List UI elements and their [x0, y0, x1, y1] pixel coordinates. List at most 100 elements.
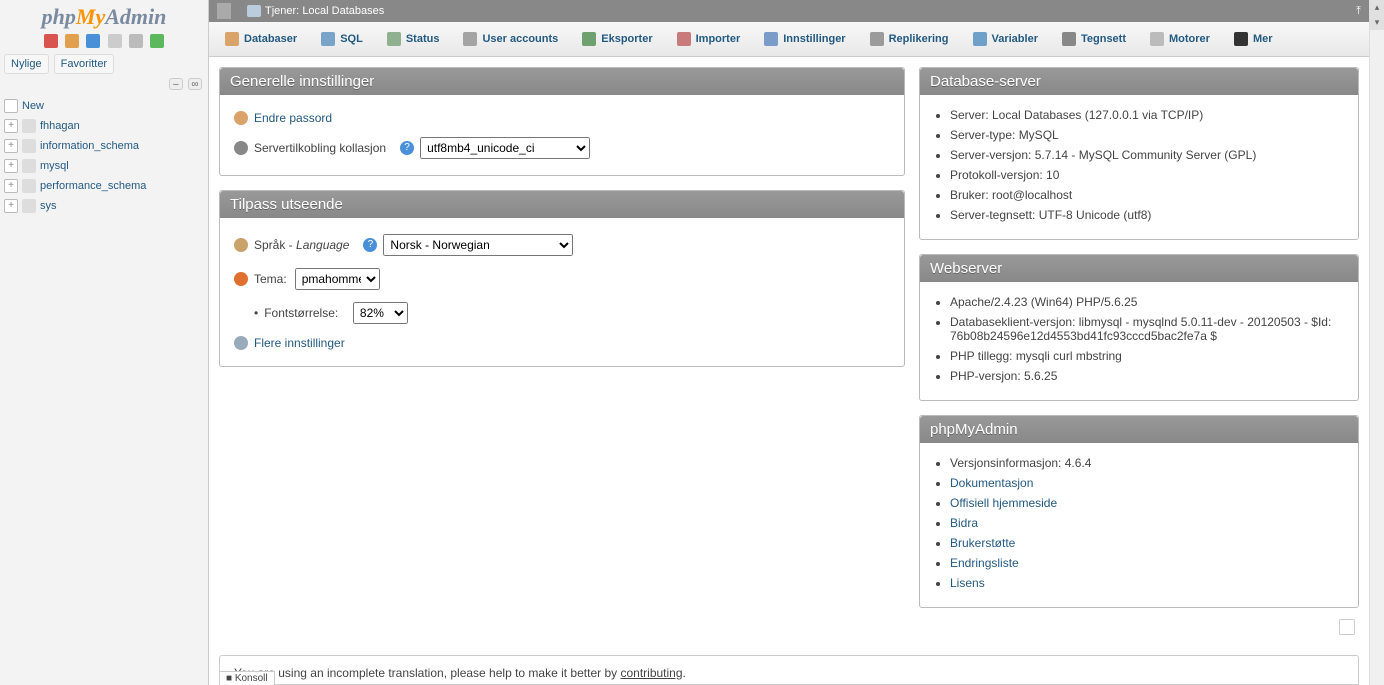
collation-icon [234, 141, 248, 155]
list-item: Brukerstøtte [950, 533, 1344, 553]
expand-icon[interactable]: + [4, 199, 18, 213]
db-tree-item[interactable]: + sys [4, 196, 204, 216]
breadcrumb-server[interactable]: Local Databases [302, 5, 384, 17]
pma-link[interactable]: Brukerstøtte [950, 536, 1015, 550]
menu-icon [387, 32, 401, 46]
expand-icon[interactable]: + [4, 179, 18, 193]
topmenu-user-accounts[interactable]: User accounts [452, 26, 569, 52]
menu-icon [582, 32, 596, 46]
logo[interactable]: phpMyAdmin [0, 0, 208, 32]
server-icon [247, 5, 261, 17]
db-name: mysql [40, 160, 69, 172]
db-tree-item[interactable]: + information_schema [4, 136, 204, 156]
db-tree-item[interactable]: +fhhagan [4, 116, 204, 136]
help-icon[interactable]: ? [400, 141, 414, 155]
language-select[interactable]: Norsk - Norwegian [383, 234, 573, 256]
list-item: Server-versjon: 5.7.14 - MySQL Community… [950, 145, 1344, 165]
scroll-down-icon[interactable]: ▾ [1370, 15, 1384, 30]
list-item: PHP tillegg: mysqli curl mbstring [950, 346, 1344, 366]
pma-panel: phpMyAdmin Versjonsinformasjon: 4.6.4Dok… [919, 415, 1359, 608]
menu-icon [463, 32, 477, 46]
dbserver-title: Database-server [920, 68, 1358, 95]
database-icon [22, 199, 36, 213]
list-item: Lisens [950, 573, 1344, 593]
expand-icon[interactable]: + [4, 159, 18, 173]
database-icon [22, 139, 36, 153]
contributing-link[interactable]: contributing [620, 666, 682, 680]
database-icon [22, 159, 36, 173]
list-item: Dokumentasjon [950, 473, 1344, 493]
pma-link[interactable]: Endringsliste [950, 556, 1019, 570]
collapse-top-icon[interactable]: ⤒ [1356, 5, 1361, 18]
calendar-icon[interactable] [1339, 619, 1355, 635]
pma-link[interactable]: Offisiell hjemmeside [950, 496, 1057, 510]
db-name: performance_schema [40, 180, 146, 192]
menu-icon [677, 32, 691, 46]
menu-icon [1062, 32, 1076, 46]
list-item: Bruker: root@localhost [950, 185, 1344, 205]
wrench-icon [234, 336, 248, 350]
new-icon [4, 99, 18, 113]
menu-icon [870, 32, 884, 46]
expand-icon[interactable]: + [4, 139, 18, 153]
scroll-up-icon[interactable]: ▴ [1370, 0, 1384, 15]
topmenu-sql[interactable]: SQL [310, 26, 374, 52]
pma-link[interactable]: Lisens [950, 576, 985, 590]
help-icon[interactable]: ? [363, 238, 377, 252]
appearance-panel: Tilpass utseende Språk - Language ? Nors… [219, 190, 905, 367]
breadcrumb-arrow-icon[interactable] [217, 3, 231, 19]
topmenu-innstillinger[interactable]: Innstillinger [753, 26, 856, 52]
general-settings-panel: Generelle innstillinger Endre passord Se… [219, 67, 905, 176]
fontsize-label: Fontstørrelse: [264, 306, 338, 320]
dbserver-panel: Database-server Server: Local Databases … [919, 67, 1359, 240]
db-tree-item[interactable]: + performance_schema [4, 176, 204, 196]
scrollbar[interactable]: ▴ ▾ [1369, 0, 1384, 685]
fontsize-select[interactable]: 82% [353, 302, 408, 324]
webserver-panel: Webserver Apache/2.4.23 (Win64) PHP/5.6.… [919, 254, 1359, 401]
expand-icon[interactable]: + [4, 119, 18, 133]
list-item: Server: Local Databases (127.0.0.1 via T… [950, 105, 1344, 125]
topmenu-variabler[interactable]: Variabler [962, 26, 1049, 52]
breadcrumb-prefix: Tjener: [265, 5, 299, 17]
more-settings-link[interactable]: Flere innstillinger [254, 336, 345, 350]
topmenu-motorer[interactable]: Motorer [1139, 26, 1221, 52]
list-item: Endringsliste [950, 553, 1344, 573]
link-icon[interactable]: ∞ [188, 78, 202, 90]
pma-link[interactable]: Dokumentasjon [950, 476, 1033, 490]
new-db-link[interactable]: New [4, 96, 204, 116]
general-settings-title: Generelle innstillinger [220, 68, 904, 95]
main-area: Tjener: Local Databases ⤒ DatabaserSQLSt… [209, 0, 1369, 685]
topmenu-databaser[interactable]: Databaser [214, 26, 308, 52]
docs-icon[interactable] [86, 34, 100, 48]
topmenu-importer[interactable]: Importer [666, 26, 752, 52]
topmenu-mer[interactable]: Mer [1223, 26, 1284, 52]
home-icon[interactable] [44, 34, 58, 48]
pma-link[interactable]: Bidra [950, 516, 978, 530]
topmenu-eksporter[interactable]: Eksporter [571, 26, 663, 52]
reload-icon[interactable] [150, 34, 164, 48]
menu-icon [1150, 32, 1164, 46]
settings-icon[interactable] [129, 34, 143, 48]
db-name: sys [40, 200, 57, 212]
favorites-tab[interactable]: Favoritter [54, 54, 114, 74]
list-item: Server-type: MySQL [950, 125, 1344, 145]
topmenu-replikering[interactable]: Replikering [859, 26, 960, 52]
menu-icon [321, 32, 335, 46]
console-tab[interactable]: ■ Konsoll [219, 671, 275, 685]
navigation-sidebar: phpMyAdmin Nylige Favoritter – ∞ New +fh… [0, 0, 209, 685]
change-password-link[interactable]: Endre passord [254, 111, 332, 125]
sql-icon[interactable] [108, 34, 122, 48]
list-item: Protokoll-versjon: 10 [950, 165, 1344, 185]
logout-icon[interactable] [65, 34, 79, 48]
recent-tab[interactable]: Nylige [4, 54, 49, 74]
db-tree-item[interactable]: + mysql [4, 156, 204, 176]
menu-icon [764, 32, 778, 46]
topmenu-tegnsett[interactable]: Tegnsett [1051, 26, 1137, 52]
db-name: information_schema [40, 140, 139, 152]
topmenu-status[interactable]: Status [376, 26, 451, 52]
theme-select[interactable]: pmahomme [295, 268, 380, 290]
collation-select[interactable]: utf8mb4_unicode_ci [420, 137, 590, 159]
menu-icon [973, 32, 987, 46]
collapse-all-icon[interactable]: – [169, 78, 183, 90]
theme-icon [234, 272, 248, 286]
